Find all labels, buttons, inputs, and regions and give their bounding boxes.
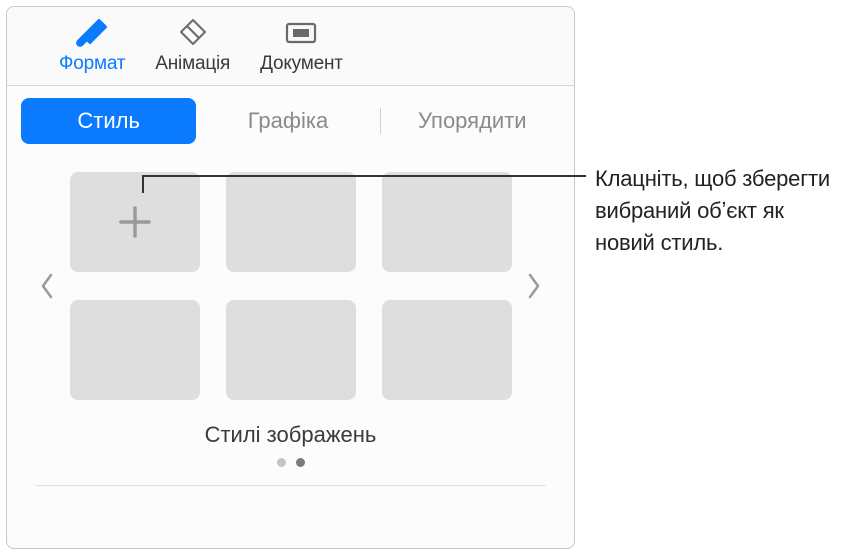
tab-style[interactable]: Стиль [21, 98, 196, 144]
animation-icon [171, 15, 215, 49]
animation-label: Анімація [155, 53, 230, 75]
page-dot-active[interactable] [296, 458, 305, 467]
toolbar: Формат Анімація Документ [7, 7, 574, 86]
inspector-tabs: Стиль Графіка Упорядити [7, 86, 574, 144]
styles-caption: Стилі зображень [35, 422, 546, 448]
styles-next-button[interactable] [522, 266, 547, 306]
style-tile[interactable] [226, 300, 356, 400]
add-style-tile[interactable] [70, 172, 200, 272]
page-indicator [35, 458, 546, 467]
chevron-right-icon [525, 271, 543, 301]
styles-grid [66, 172, 516, 400]
style-tile[interactable] [226, 172, 356, 272]
callout-leader-line [142, 175, 586, 177]
tab-separator [380, 108, 381, 134]
style-tile[interactable] [382, 300, 512, 400]
styles-prev-button[interactable] [35, 266, 60, 306]
document-icon [279, 15, 323, 49]
paintbrush-icon [70, 15, 114, 49]
tab-graphic[interactable]: Графіка [200, 98, 375, 144]
callout-text: Клацніть, щоб зберегти вибраний обʼєкт я… [595, 163, 845, 259]
style-tile[interactable] [382, 172, 512, 272]
format-label: Формат [59, 53, 125, 75]
plus-icon [111, 198, 159, 246]
style-tile[interactable] [70, 300, 200, 400]
animation-toolbar-button[interactable]: Анімація [149, 15, 236, 75]
section-divider [35, 485, 546, 486]
document-toolbar-button[interactable]: Документ [254, 15, 349, 75]
format-toolbar-button[interactable]: Формат [53, 15, 131, 75]
inspector-panel: Формат Анімація Документ Стиль Графіка [6, 6, 575, 549]
tab-arrange[interactable]: Упорядити [385, 98, 560, 144]
page-dot[interactable] [277, 458, 286, 467]
styles-section: Стилі зображень [7, 144, 574, 467]
chevron-left-icon [38, 271, 56, 301]
styles-grid-wrap [35, 172, 546, 400]
document-label: Документ [260, 53, 343, 75]
